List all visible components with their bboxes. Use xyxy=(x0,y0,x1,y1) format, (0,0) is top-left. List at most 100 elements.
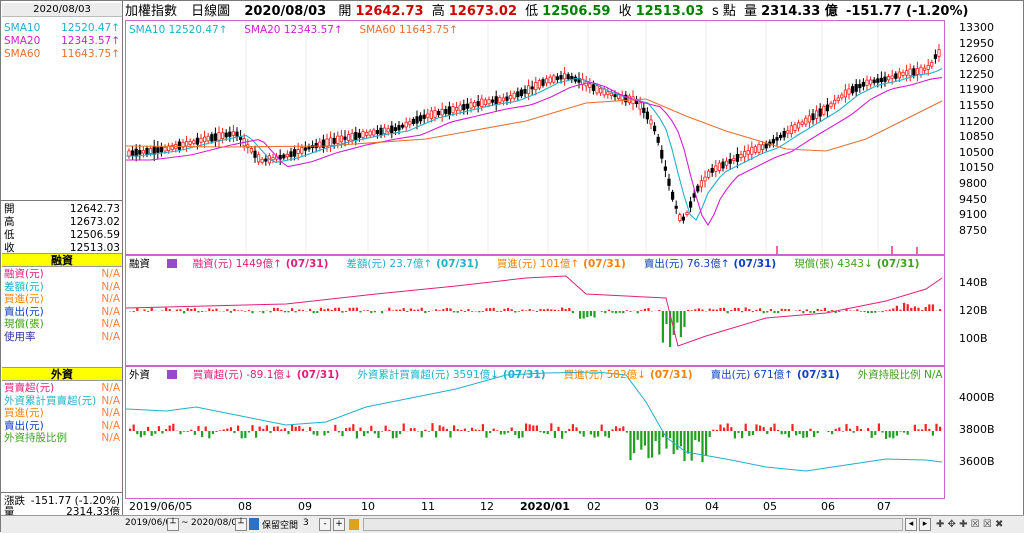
grid-icon[interactable] xyxy=(249,518,259,530)
margin-legend-item: (07/31) xyxy=(877,258,920,270)
scroll-left-button[interactable]: ◂ xyxy=(905,518,917,531)
candle-body xyxy=(869,80,871,84)
marker-bar xyxy=(891,246,893,254)
foreign-bar xyxy=(219,430,221,431)
to-picker-button[interactable]: ┴ xyxy=(235,518,247,531)
candle-body xyxy=(466,104,468,108)
candle-body xyxy=(711,168,713,172)
margin-row: 賣出(元)N/A xyxy=(4,306,120,319)
toolbar-icons[interactable]: ✚ ✥ ✚ ☒ ☒ ✖ xyxy=(936,519,1003,530)
foreign-bar xyxy=(701,431,703,462)
axis-tick-label: 140B xyxy=(959,276,988,289)
foreign-bar xyxy=(431,423,433,431)
margin-bar xyxy=(755,310,757,311)
candle-body xyxy=(373,130,375,135)
x-axis-tick-label: 12 xyxy=(480,500,494,513)
candle-body xyxy=(887,77,889,80)
x-axis: 2019/06/0508091011122020/01020304050607 xyxy=(125,499,945,515)
mode-number: 3 xyxy=(303,518,309,528)
candle-body xyxy=(297,150,299,154)
foreign-bar xyxy=(309,427,311,431)
axis-tick-label: 12950 xyxy=(959,37,994,50)
margin-bar xyxy=(403,308,405,311)
foreign-bar xyxy=(539,431,541,432)
axis-tick-label: 10150 xyxy=(959,161,994,174)
candle-body xyxy=(819,109,821,116)
foreign-bar xyxy=(683,431,685,461)
margin-row: 買進(元)N/A xyxy=(4,293,120,306)
margin-panel[interactable]: 融資 融資(元) 1449億↑(07/31)差額(元) 23.7億↑(07/31… xyxy=(125,255,945,366)
margin-bar xyxy=(410,309,412,311)
candle-body xyxy=(239,137,241,140)
candle-body xyxy=(783,131,785,137)
margin-bar xyxy=(741,311,743,312)
margin-bar xyxy=(259,311,261,312)
axis-tick-label: 9800 xyxy=(959,177,987,190)
foreign-bar xyxy=(147,427,149,431)
margin-bar xyxy=(712,309,714,311)
list-icon[interactable] xyxy=(167,259,177,268)
open-label: 開 xyxy=(338,4,351,19)
margin-row-label: 賣出(元) xyxy=(4,306,44,319)
scrollbar-track[interactable] xyxy=(363,518,903,531)
axis-tick-label: 12250 xyxy=(959,68,994,81)
foreign-row-value: N/A xyxy=(101,420,120,433)
candle-body xyxy=(254,151,256,157)
lock-icon[interactable] xyxy=(349,519,359,530)
candle-body xyxy=(502,98,504,101)
margin-bar xyxy=(514,311,516,313)
margin-row-label: 使用率 xyxy=(4,331,36,344)
foreign-bar xyxy=(133,425,135,431)
foreign-bar xyxy=(658,431,660,455)
candle-body xyxy=(779,135,781,137)
margin-bar xyxy=(759,308,761,311)
foreign-bar xyxy=(550,423,552,431)
foreign-bar xyxy=(248,431,250,432)
margin-bar xyxy=(561,308,563,311)
candle-body xyxy=(761,145,763,150)
list-icon[interactable] xyxy=(167,370,177,379)
margin-bar xyxy=(658,310,660,311)
candle-body xyxy=(549,77,551,83)
margin-bar xyxy=(194,308,196,311)
candle-body xyxy=(538,81,540,88)
foreign-bar xyxy=(226,429,228,431)
info-panel: 2020/08/03 SMA10 12520.47↑ SMA20 12343.5… xyxy=(1,1,123,515)
zoom-in-button[interactable]: + xyxy=(333,518,345,531)
foreign-bar xyxy=(665,431,667,449)
candle-body xyxy=(250,148,252,152)
foreign-panel[interactable]: 外資 買賣超(元) -89.1億↓(07/31)外資累計買賣超(元) 3591億… xyxy=(125,366,945,499)
foreign-bar xyxy=(745,424,747,431)
zoom-out-button[interactable]: - xyxy=(319,518,331,531)
margin-bar xyxy=(518,311,520,312)
price-panel[interactable]: SMA10 12520.47↑ SMA20 12343.57↑ SMA60 11… xyxy=(125,20,945,255)
margin-bar xyxy=(914,306,916,311)
foreign-bar xyxy=(334,425,336,431)
candle-body xyxy=(365,132,367,135)
margin-bar xyxy=(413,310,415,311)
candle-body xyxy=(725,161,727,165)
margin-bar xyxy=(619,311,621,313)
candle-body xyxy=(740,154,742,157)
foreign-row: 外資累計買賣超(元)N/A xyxy=(4,395,120,408)
scroll-right-button[interactable]: ▸ xyxy=(919,518,931,531)
from-picker-button[interactable]: ┴ xyxy=(167,518,179,531)
sma20-label: SMA20 xyxy=(4,35,40,48)
candle-body xyxy=(686,212,688,214)
margin-bar xyxy=(752,311,754,312)
margin-row-value: N/A xyxy=(101,331,120,344)
open-label: 開 xyxy=(4,203,15,216)
margin-bar xyxy=(316,311,318,313)
margin-axis: 140B120B100B xyxy=(947,255,1023,366)
margin-bar xyxy=(284,311,286,312)
candle-body xyxy=(301,147,303,153)
margin-bar xyxy=(694,309,696,311)
foreign-bar xyxy=(766,431,768,434)
candle-body xyxy=(459,105,461,111)
margin-bar xyxy=(777,311,779,313)
foreign-bar xyxy=(928,429,930,431)
margin-bar xyxy=(136,308,138,311)
margin-bar xyxy=(208,308,210,311)
candle-body xyxy=(484,100,486,105)
candle-body xyxy=(445,109,447,113)
